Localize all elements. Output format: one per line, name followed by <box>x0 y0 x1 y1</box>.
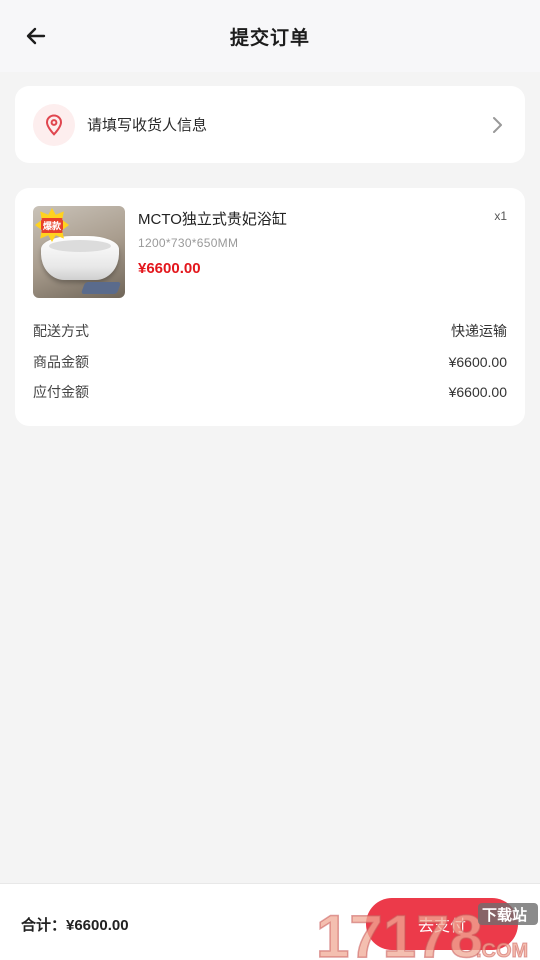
product-image[interactable]: 爆款 <box>33 206 125 298</box>
bathtub-inner-shape <box>49 240 111 252</box>
delivery-method-row: 配送方式 快递运输 <box>33 321 507 341</box>
hot-badge-label: 爆款 <box>40 217 63 233</box>
row-value: 快递运输 <box>451 323 507 339</box>
row-value: ¥6600.00 <box>448 354 507 370</box>
checkout-bar: 合计：¥6600.00 去支付 <box>0 883 540 960</box>
top-nav-bar: 提交订单 <box>0 0 540 72</box>
location-icon-wrap <box>33 103 75 146</box>
page-title: 提交订单 <box>229 27 310 49</box>
pay-button[interactable]: 去支付 <box>366 898 518 950</box>
address-selector[interactable]: 请填写收货人信息 <box>15 86 525 163</box>
product-spec: 1200*730*650MM <box>138 236 239 250</box>
address-placeholder-text: 请填写收货人信息 <box>87 117 208 134</box>
order-total: 合计：¥6600.00 <box>21 917 129 934</box>
row-label: 商品金额 <box>33 354 89 370</box>
arrow-left-icon <box>26 27 46 45</box>
goods-amount-row: 商品金额 ¥6600.00 <box>33 352 507 372</box>
product-quantity: x1 <box>494 209 507 223</box>
chevron-right-icon <box>487 115 507 135</box>
row-value: ¥6600.00 <box>448 384 507 400</box>
payable-amount-row: 应付金额 ¥6600.00 <box>33 382 507 402</box>
back-button[interactable] <box>20 20 52 52</box>
row-label: 配送方式 <box>33 323 89 339</box>
bath-mat-shape <box>80 282 122 294</box>
product-price: ¥6600.00 <box>138 260 201 277</box>
order-card: 爆款 MCTO独立式贵妃浴缸 x1 1200*730*650MM ¥6600.0… <box>15 188 525 426</box>
location-pin-icon <box>45 113 63 136</box>
row-label: 应付金额 <box>33 384 89 400</box>
product-name: MCTO独立式贵妃浴缸 <box>138 211 287 228</box>
